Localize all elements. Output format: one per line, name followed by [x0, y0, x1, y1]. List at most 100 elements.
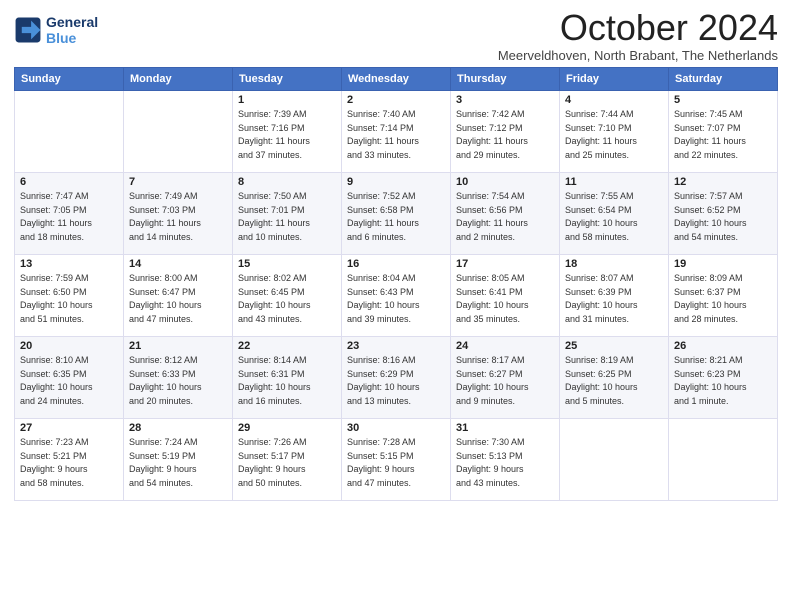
table-row: 27Sunrise: 7:23 AMSunset: 5:21 PMDayligh… — [15, 419, 124, 501]
day-info: Sunrise: 7:59 AMSunset: 6:50 PMDaylight:… — [20, 272, 118, 326]
table-row: 21 Sunrise: 8:12 AMSunset: 6:33 PMDayligh… — [124, 337, 233, 419]
day-number: 29 — [238, 422, 336, 434]
table-row: 26Sunrise: 8:21 AMSunset: 6:23 PMDayligh… — [669, 337, 778, 419]
table-row: 31 Sunrise: 7:30 AMSunset: 5:13 PMDayligh… — [451, 419, 560, 501]
table-row: 10Sunrise: 7:54 AMSunset: 6:56 PMDayligh… — [451, 173, 560, 255]
day-number: 17 — [456, 258, 554, 270]
table-row: 22 Sunrise: 8:14 AMSunset: 6:31 PMDayligh… — [233, 337, 342, 419]
table-row: 1 Sunrise: 7:39 AMSunset: 7:16 PMDaylight… — [233, 91, 342, 173]
table-row: 18 Sunrise: 8:07 AMSunset: 6:39 PMDayligh… — [560, 255, 669, 337]
table-row: 20 Sunrise: 8:10 AMSunset: 6:35 PMDayligh… — [15, 337, 124, 419]
day-number: 5 — [674, 94, 772, 106]
table-row: 9 Sunrise: 7:52 AMSunset: 6:58 PMDaylight… — [342, 173, 451, 255]
day-info: Sunrise: 8:04 AMSunset: 6:43 PMDaylight:… — [347, 272, 445, 326]
day-number: 13 — [20, 258, 118, 270]
table-row: 28Sunrise: 7:24 AMSunset: 5:19 PMDayligh… — [124, 419, 233, 501]
logo-icon — [14, 16, 42, 44]
table-row: 2Sunrise: 7:40 AMSunset: 7:14 PMDaylight… — [342, 91, 451, 173]
day-info: Sunrise: 8:02 AMSunset: 6:45 PMDaylight:… — [238, 272, 336, 326]
day-number: 31 — [456, 422, 554, 434]
month-title: October 2024 — [498, 10, 778, 46]
day-info: Sunrise: 7:28 AMSunset: 5:15 PMDaylight:… — [347, 436, 445, 490]
table-row: 5 Sunrise: 7:45 AMSunset: 7:07 PMDaylight… — [669, 91, 778, 173]
table-row — [15, 91, 124, 173]
table-row: 29 Sunrise: 7:26 AMSunset: 5:17 PMDayligh… — [233, 419, 342, 501]
day-info: Sunrise: 7:44 AMSunset: 7:10 PMDaylight:… — [565, 108, 663, 162]
day-number: 9 — [347, 176, 445, 188]
logo-text: General Blue — [46, 14, 98, 46]
day-info: Sunrise: 8:16 AMSunset: 6:29 PMDaylight:… — [347, 354, 445, 408]
day-number: 15 — [238, 258, 336, 270]
day-info: Sunrise: 7:40 AMSunset: 7:14 PMDaylight:… — [347, 108, 445, 162]
header: General Blue October 2024 Meerveldhoven,… — [14, 10, 778, 63]
day-info: Sunrise: 7:52 AMSunset: 6:58 PMDaylight:… — [347, 190, 445, 244]
week-row-0: 1 Sunrise: 7:39 AMSunset: 7:16 PMDaylight… — [15, 91, 778, 173]
col-friday: Friday — [560, 68, 669, 91]
table-row — [124, 91, 233, 173]
table-row: 12 Sunrise: 7:57 AMSunset: 6:52 PMDayligh… — [669, 173, 778, 255]
day-info: Sunrise: 7:55 AMSunset: 6:54 PMDaylight:… — [565, 190, 663, 244]
table-row: 24Sunrise: 8:17 AMSunset: 6:27 PMDayligh… — [451, 337, 560, 419]
table-row — [669, 419, 778, 501]
week-row-2: 13 Sunrise: 7:59 AMSunset: 6:50 PMDayligh… — [15, 255, 778, 337]
week-row-1: 6Sunrise: 7:47 AMSunset: 7:05 PMDaylight… — [15, 173, 778, 255]
table-row: 19 Sunrise: 8:09 AMSunset: 6:37 PMDayligh… — [669, 255, 778, 337]
day-number: 23 — [347, 340, 445, 352]
day-info: Sunrise: 7:39 AMSunset: 7:16 PMDaylight:… — [238, 108, 336, 162]
table-row: 6Sunrise: 7:47 AMSunset: 7:05 PMDaylight… — [15, 173, 124, 255]
day-info: Sunrise: 8:00 AMSunset: 6:47 PMDaylight:… — [129, 272, 227, 326]
week-row-4: 27Sunrise: 7:23 AMSunset: 5:21 PMDayligh… — [15, 419, 778, 501]
col-thursday: Thursday — [451, 68, 560, 91]
day-number: 11 — [565, 176, 663, 188]
day-info: Sunrise: 8:05 AMSunset: 6:41 PMDaylight:… — [456, 272, 554, 326]
day-info: Sunrise: 7:49 AMSunset: 7:03 PMDaylight:… — [129, 190, 227, 244]
table-row: 7 Sunrise: 7:49 AMSunset: 7:03 PMDaylight… — [124, 173, 233, 255]
table-row: 3 Sunrise: 7:42 AMSunset: 7:12 PMDaylight… — [451, 91, 560, 173]
day-info: Sunrise: 7:45 AMSunset: 7:07 PMDaylight:… — [674, 108, 772, 162]
day-info: Sunrise: 8:14 AMSunset: 6:31 PMDaylight:… — [238, 354, 336, 408]
day-info: Sunrise: 7:47 AMSunset: 7:05 PMDaylight:… — [20, 190, 118, 244]
day-info: Sunrise: 8:09 AMSunset: 6:37 PMDaylight:… — [674, 272, 772, 326]
col-monday: Monday — [124, 68, 233, 91]
day-info: Sunrise: 8:17 AMSunset: 6:27 PMDaylight:… — [456, 354, 554, 408]
day-info: Sunrise: 7:50 AMSunset: 7:01 PMDaylight:… — [238, 190, 336, 244]
day-number: 19 — [674, 258, 772, 270]
day-number: 21 — [129, 340, 227, 352]
table-row: 25 Sunrise: 8:19 AMSunset: 6:25 PMDayligh… — [560, 337, 669, 419]
day-number: 7 — [129, 176, 227, 188]
day-number: 14 — [129, 258, 227, 270]
day-info: Sunrise: 8:19 AMSunset: 6:25 PMDaylight:… — [565, 354, 663, 408]
day-number: 25 — [565, 340, 663, 352]
day-info: Sunrise: 7:42 AMSunset: 7:12 PMDaylight:… — [456, 108, 554, 162]
table-row: 11 Sunrise: 7:55 AMSunset: 6:54 PMDayligh… — [560, 173, 669, 255]
day-info: Sunrise: 7:26 AMSunset: 5:17 PMDaylight:… — [238, 436, 336, 490]
title-area: October 2024 Meerveldhoven, North Braban… — [498, 10, 778, 63]
table-row: 4 Sunrise: 7:44 AMSunset: 7:10 PMDaylight… — [560, 91, 669, 173]
day-number: 20 — [20, 340, 118, 352]
day-info: Sunrise: 8:07 AMSunset: 6:39 PMDaylight:… — [565, 272, 663, 326]
day-number: 4 — [565, 94, 663, 106]
day-info: Sunrise: 8:10 AMSunset: 6:35 PMDaylight:… — [20, 354, 118, 408]
location: Meerveldhoven, North Brabant, The Nether… — [498, 48, 778, 63]
col-tuesday: Tuesday — [233, 68, 342, 91]
col-sunday: Sunday — [15, 68, 124, 91]
day-number: 1 — [238, 94, 336, 106]
day-number: 27 — [20, 422, 118, 434]
col-wednesday: Wednesday — [342, 68, 451, 91]
table-row: 15 Sunrise: 8:02 AMSunset: 6:45 PMDayligh… — [233, 255, 342, 337]
day-info: Sunrise: 7:54 AMSunset: 6:56 PMDaylight:… — [456, 190, 554, 244]
day-info: Sunrise: 7:30 AMSunset: 5:13 PMDaylight:… — [456, 436, 554, 490]
day-number: 22 — [238, 340, 336, 352]
day-info: Sunrise: 8:12 AMSunset: 6:33 PMDaylight:… — [129, 354, 227, 408]
calendar: Sunday Monday Tuesday Wednesday Thursday… — [14, 67, 778, 501]
table-row: 23 Sunrise: 8:16 AMSunset: 6:29 PMDayligh… — [342, 337, 451, 419]
day-number: 30 — [347, 422, 445, 434]
header-row: Sunday Monday Tuesday Wednesday Thursday… — [15, 68, 778, 91]
day-number: 3 — [456, 94, 554, 106]
day-info: Sunrise: 7:57 AMSunset: 6:52 PMDaylight:… — [674, 190, 772, 244]
page: General Blue October 2024 Meerveldhoven,… — [0, 0, 792, 612]
day-number: 18 — [565, 258, 663, 270]
day-number: 16 — [347, 258, 445, 270]
table-row: 14 Sunrise: 8:00 AMSunset: 6:47 PMDayligh… — [124, 255, 233, 337]
day-number: 12 — [674, 176, 772, 188]
